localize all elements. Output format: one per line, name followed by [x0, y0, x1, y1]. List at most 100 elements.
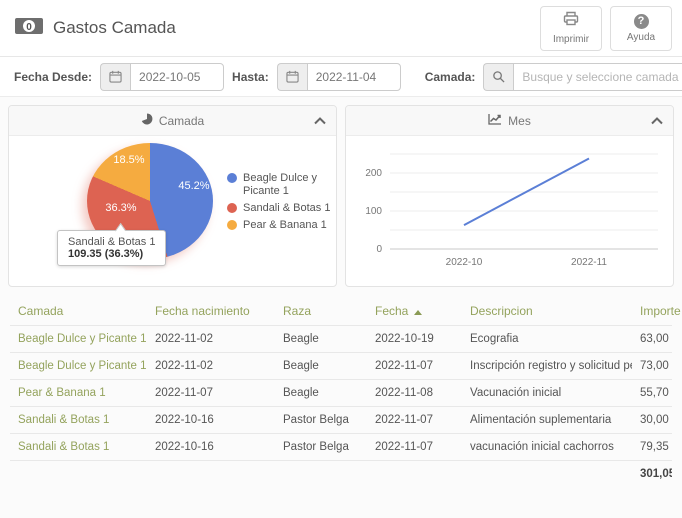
column-header-fecha[interactable]: Fecha [367, 297, 462, 326]
chevron-up-icon[interactable] [651, 114, 663, 128]
y-tick-label: 100 [365, 206, 382, 217]
camada-link[interactable]: Beagle Dulce y Picante 1 [10, 353, 147, 380]
legend-dot [227, 203, 237, 213]
fecha-cell: 2022-11-08 [367, 380, 462, 407]
legend-label: Beagle Dulce y Picante 1 [243, 172, 335, 198]
printer-icon [563, 11, 579, 31]
raza-cell: Pastor Belga [275, 407, 367, 434]
sort-asc-icon [414, 310, 422, 315]
gastos-table: Camada Fecha nacimiento Raza Fecha Descr… [0, 295, 682, 487]
importe-cell: 79,35 € [632, 434, 672, 461]
app-header: 0 Gastos Camada Imprimir ? Ayuda [0, 0, 682, 57]
fecha-nacimiento-cell: 2022-11-07 [147, 380, 275, 407]
total-importe: 301,05 € [632, 461, 672, 488]
descripcion-cell: Ecografia [462, 326, 632, 353]
table-row: Pear & Banana 1 2022-11-07 Beagle 2022-1… [10, 380, 672, 407]
column-header-fecha-nacimiento[interactable]: Fecha nacimiento [147, 297, 275, 326]
line-chart-area: 0 100 200 2022-10 2022-11 [346, 136, 674, 286]
importe-cell: 73,00 € [632, 353, 672, 380]
fecha-cell: 2022-11-07 [367, 407, 462, 434]
x-tick-label: 2022-11 [571, 257, 607, 268]
descripcion-cell: Inscripción registro y solicitud pedigre… [462, 353, 632, 380]
legend-item[interactable]: Pear & Banana 1 [227, 219, 335, 232]
camada-group [483, 63, 682, 91]
filter-bar: Fecha Desde: Hasta: Camada: Buscar [0, 57, 682, 97]
page-title: Gastos Camada [53, 18, 176, 38]
pie-tooltip: Sandali & Botas 1 109.35 (36.3%) [57, 230, 166, 266]
tooltip-value: 109.35 (36.3%) [68, 248, 155, 260]
x-tick-label: 2022-10 [446, 257, 483, 268]
fecha-nacimiento-cell: 2022-11-02 [147, 353, 275, 380]
total-row: 301,05 € [10, 461, 672, 488]
legend-dot [227, 173, 237, 183]
tooltip-title: Sandali & Botas 1 [68, 236, 155, 248]
pie-chart-area: 45.2% 36.3% 18.5% Beagle Dulce y Picante… [9, 136, 337, 286]
help-button-label: Ayuda [627, 32, 655, 43]
camada-panel-title: Camada [159, 114, 204, 128]
raza-cell: Beagle [275, 326, 367, 353]
camada-search-input[interactable] [513, 63, 682, 91]
camada-link[interactable]: Sandali & Botas 1 [10, 434, 147, 461]
raza-cell: Beagle [275, 380, 367, 407]
svg-text:0: 0 [26, 22, 32, 33]
column-header-descripcion[interactable]: Descripcion [462, 297, 632, 326]
descripcion-cell: Vacunación inicial [462, 380, 632, 407]
fecha-desde-group [100, 63, 224, 91]
legend-label: Pear & Banana 1 [243, 219, 327, 232]
descripcion-cell: Alimentación suplementaria [462, 407, 632, 434]
raza-cell: Pastor Belga [275, 434, 367, 461]
fecha-cell: 2022-11-07 [367, 434, 462, 461]
chevron-up-icon[interactable] [314, 114, 326, 128]
legend-label: Sandali & Botas 1 [243, 202, 330, 215]
column-header-raza[interactable]: Raza [275, 297, 367, 326]
camada-link[interactable]: Pear & Banana 1 [10, 380, 147, 407]
app-logo: 0 Gastos Camada [14, 15, 176, 42]
mes-panel-header: Mes [346, 106, 673, 136]
raza-cell: Beagle [275, 353, 367, 380]
mes-panel: Mes 0 100 200 2022-10 2022-11 [345, 105, 674, 287]
pie-slice-label: 45.2% [172, 180, 216, 192]
calendar-icon[interactable] [277, 63, 307, 91]
fecha-desde-input[interactable] [130, 63, 224, 91]
legend-dot [227, 220, 237, 230]
importe-cell: 30,00 € [632, 407, 672, 434]
pie-chart-icon [141, 113, 153, 128]
camada-panel: Camada 45.2% 36.3% 18.5% Beagle Dulce y … [8, 105, 337, 287]
calendar-icon[interactable] [100, 63, 130, 91]
search-icon [483, 63, 513, 91]
camada-panel-header: Camada [9, 106, 336, 136]
table-row: Beagle Dulce y Picante 1 2022-11-02 Beag… [10, 353, 672, 380]
table-row: Beagle Dulce y Picante 1 2022-11-02 Beag… [10, 326, 672, 353]
banknote-icon: 0 [14, 15, 44, 42]
descripcion-cell: vacunación inicial cachorros [462, 434, 632, 461]
legend-item[interactable]: Beagle Dulce y Picante 1 [227, 172, 335, 198]
pie-legend: Beagle Dulce y Picante 1 Sandali & Botas… [227, 172, 335, 236]
y-tick-label: 200 [365, 168, 382, 179]
print-button-label: Imprimir [553, 34, 589, 45]
mes-panel-title: Mes [508, 114, 531, 128]
print-button[interactable]: Imprimir [540, 6, 602, 51]
question-circle-icon: ? [634, 14, 649, 29]
camada-link[interactable]: Sandali & Botas 1 [10, 407, 147, 434]
help-button[interactable]: ? Ayuda [610, 6, 672, 51]
hasta-label: Hasta: [232, 70, 269, 84]
table-row: Sandali & Botas 1 2022-10-16 Pastor Belg… [10, 407, 672, 434]
fecha-cell: 2022-11-07 [367, 353, 462, 380]
legend-item[interactable]: Sandali & Botas 1 [227, 202, 335, 215]
line-chart-icon [488, 113, 502, 128]
fecha-cell: 2022-10-19 [367, 326, 462, 353]
hasta-group [277, 63, 401, 91]
hasta-input[interactable] [307, 63, 401, 91]
importe-cell: 55,70 € [632, 380, 672, 407]
pie-slice-label: 18.5% [107, 154, 151, 166]
fecha-nacimiento-cell: 2022-11-02 [147, 326, 275, 353]
table-row: Sandali & Botas 1 2022-10-16 Pastor Belg… [10, 434, 672, 461]
table-header-row: Camada Fecha nacimiento Raza Fecha Descr… [10, 297, 672, 326]
camada-link[interactable]: Beagle Dulce y Picante 1 [10, 326, 147, 353]
line-chart[interactable]: 0 100 200 2022-10 2022-11 [346, 136, 674, 286]
camada-label: Camada: [425, 70, 476, 84]
column-header-camada[interactable]: Camada [10, 297, 147, 326]
pie-slice-label: 36.3% [99, 202, 143, 214]
importe-cell: 63,00 € [632, 326, 672, 353]
column-header-importe[interactable]: Importe [632, 297, 672, 326]
